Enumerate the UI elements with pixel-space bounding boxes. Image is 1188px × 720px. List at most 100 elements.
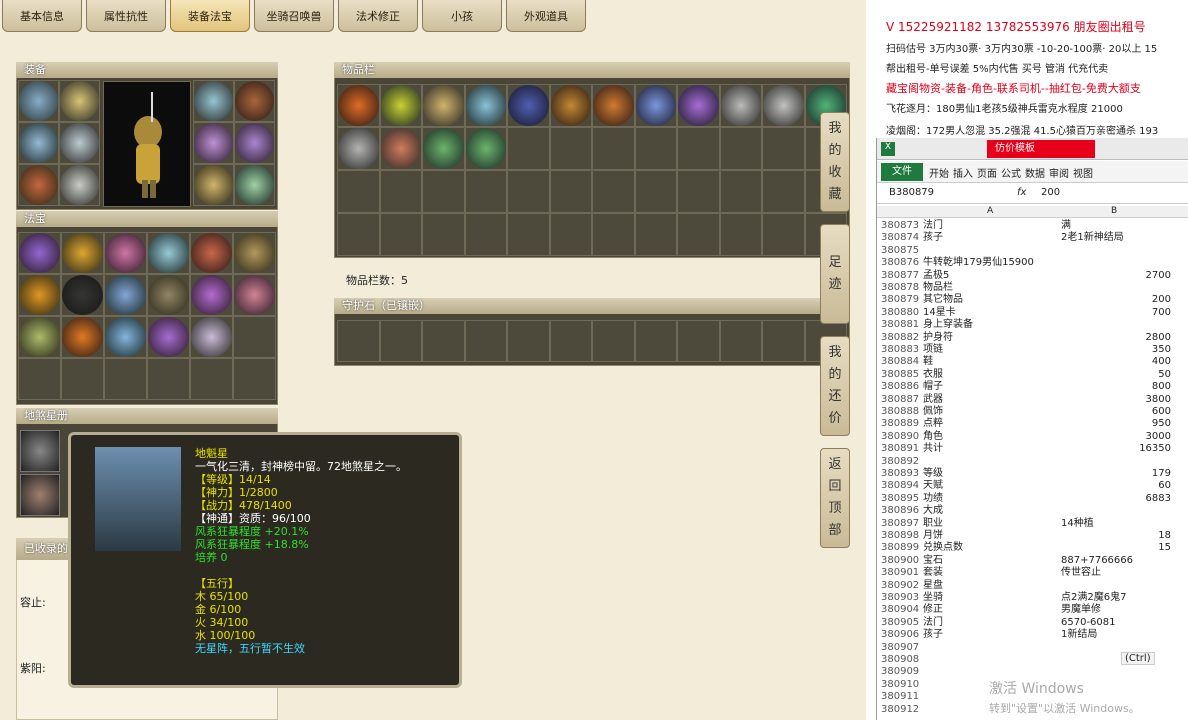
fabao-slot[interactable] (61, 316, 104, 358)
tab-basic-info[interactable]: 基本信息 (2, 0, 82, 32)
guard-slot[interactable] (762, 320, 805, 362)
paste-options[interactable]: (Ctrl) (1121, 652, 1155, 665)
cell-b[interactable]: 700 (1061, 307, 1171, 319)
fabao-slot[interactable] (18, 316, 61, 358)
inventory-slot[interactable] (592, 127, 635, 170)
ribbon-tab[interactable]: 公式 (1001, 165, 1021, 180)
table-row[interactable]: 380889 点粹 950 (877, 418, 1188, 430)
table-row[interactable]: 380894 天赋 60 (877, 480, 1188, 492)
back-to-top-button[interactable]: 返回顶部 (820, 448, 850, 548)
inventory-slot[interactable] (464, 127, 507, 170)
table-row[interactable]: 380891 共计 16350 (877, 443, 1188, 455)
inventory-slot[interactable] (549, 127, 592, 170)
ribbon-tab[interactable]: 视图 (1073, 165, 1093, 180)
inventory-slot[interactable] (634, 213, 677, 256)
cell-b[interactable]: 16350 (1061, 443, 1171, 455)
guard-slot[interactable] (507, 320, 550, 362)
equip-slot[interactable] (18, 122, 59, 164)
inventory-slot[interactable] (379, 84, 422, 127)
cell-a[interactable]: 天赋 (923, 480, 943, 492)
cell-b[interactable]: 2700 (1061, 270, 1171, 282)
cell-a[interactable]: 武器 (923, 394, 943, 406)
table-row[interactable]: 380902 星盘 (877, 580, 1188, 592)
cell-a[interactable]: 衣服 (923, 369, 943, 381)
cell-a[interactable]: 共计 (923, 443, 943, 455)
cell-b[interactable]: 2老1新神结局 (1061, 232, 1171, 244)
cell-b[interactable]: 传世容止 (1061, 567, 1171, 579)
table-row[interactable]: 380888 佩饰 600 (877, 406, 1188, 418)
inventory-slot[interactable] (549, 170, 592, 213)
inventory-slot[interactable] (337, 170, 380, 213)
cell-a[interactable]: 佩饰 (923, 406, 943, 418)
inventory-slot[interactable] (634, 127, 677, 170)
table-row[interactable]: 380876 牛转乾坤179男仙15900 (877, 257, 1188, 269)
inventory-slot[interactable] (464, 170, 507, 213)
table-row[interactable]: 380880 14星卡 700 (877, 307, 1188, 319)
ribbon-tab[interactable]: 页面 (977, 165, 997, 180)
cell-b[interactable]: 1新结局 (1061, 629, 1171, 641)
cell-a[interactable]: 功绩 (923, 493, 943, 505)
tab-spells[interactable]: 法术修正 (338, 0, 418, 32)
equip-slot[interactable] (193, 122, 234, 164)
fabao-slot[interactable] (104, 358, 147, 400)
table-row[interactable]: 380900 宝石 887+7766666 (877, 555, 1188, 567)
guard-slot[interactable] (337, 320, 380, 362)
table-row[interactable]: 380895 功绩 6883 (877, 493, 1188, 505)
tab-equipment[interactable]: 装备法宝 (170, 0, 250, 32)
equip-slot[interactable] (59, 80, 100, 122)
inventory-slot[interactable] (337, 84, 380, 127)
table-row[interactable]: 380873 法门 满 (877, 220, 1188, 232)
cell-a[interactable]: 修正 (923, 604, 943, 616)
cell-b[interactable]: 600 (1061, 406, 1171, 418)
inventory-slot[interactable] (677, 84, 720, 127)
cell-b[interactable]: 3800 (1061, 394, 1171, 406)
inventory-slot[interactable] (337, 127, 380, 170)
fabao-slot[interactable] (233, 232, 276, 274)
footprint-button[interactable]: 足迹 (820, 224, 850, 324)
cell-a[interactable]: 职业 (923, 518, 943, 530)
cell-a[interactable]: 兑换点数 (923, 542, 963, 554)
inventory-slot[interactable] (422, 127, 465, 170)
guard-slot[interactable] (464, 320, 507, 362)
guard-slot[interactable] (549, 320, 592, 362)
inventory-slot[interactable] (464, 213, 507, 256)
inventory-slot[interactable] (762, 170, 805, 213)
cell-a[interactable]: 身上穿装备 (923, 319, 973, 331)
cell-b[interactable]: 3000 (1061, 431, 1171, 443)
file-tab[interactable]: 文件 (881, 163, 923, 181)
inventory-slot[interactable] (719, 170, 762, 213)
cell-b[interactable]: 179 (1061, 468, 1171, 480)
fabao-slot[interactable] (233, 316, 276, 358)
cell-b[interactable]: 满 (1061, 220, 1171, 232)
equip-slot[interactable] (59, 122, 100, 164)
table-row[interactable]: 380901 套装 传世容止 (877, 567, 1188, 579)
cell-a[interactable]: 星盘 (923, 580, 943, 592)
inventory-slot[interactable] (762, 213, 805, 256)
inventory-slot[interactable] (634, 84, 677, 127)
cell-a[interactable]: 坐骑 (923, 592, 943, 604)
inventory-slot[interactable] (719, 84, 762, 127)
cell-b[interactable]: 950 (1061, 418, 1171, 430)
inventory-slot[interactable] (549, 213, 592, 256)
equip-slot[interactable] (18, 164, 59, 206)
tab-appearance[interactable]: 外观道具 (506, 0, 586, 32)
inventory-slot[interactable] (379, 213, 422, 256)
inventory-slot[interactable] (422, 84, 465, 127)
cell-b[interactable]: 男魔单修 (1061, 604, 1171, 616)
table-row[interactable]: 380890 角色 3000 (877, 431, 1188, 443)
inventory-slot[interactable] (719, 127, 762, 170)
fabao-slot[interactable] (18, 232, 61, 274)
cell-a[interactable]: 物品栏 (923, 282, 953, 294)
table-row[interactable]: 380878 物品栏 (877, 282, 1188, 294)
table-row[interactable]: 380879 其它物品 200 (877, 294, 1188, 306)
equip-slot[interactable] (234, 164, 275, 206)
fabao-slot[interactable] (190, 316, 233, 358)
cell-b[interactable]: 350 (1061, 344, 1171, 356)
inventory-slot[interactable] (507, 127, 550, 170)
table-row[interactable]: 380897 职业 14种植 (877, 518, 1188, 530)
name-box[interactable]: B380879 (889, 187, 934, 198)
inventory-slot[interactable] (677, 170, 720, 213)
tab-attributes[interactable]: 属性抗性 (86, 0, 166, 32)
inventory-slot[interactable] (422, 170, 465, 213)
inventory-slot[interactable] (634, 170, 677, 213)
